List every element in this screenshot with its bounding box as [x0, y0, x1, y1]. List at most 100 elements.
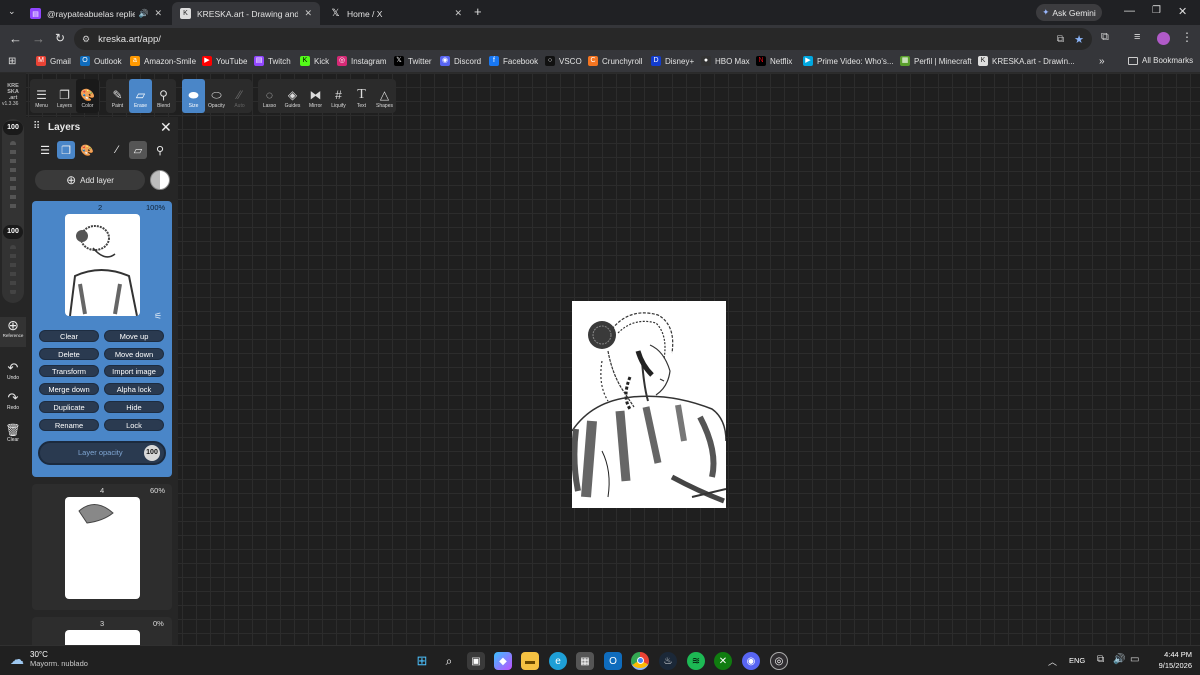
search-icon[interactable]: ⌕ — [440, 652, 458, 670]
bookmark-star-icon[interactable]: ★ — [1074, 33, 1084, 46]
bookmark-amazon-smile[interactable]: a Amazon-Smile — [130, 56, 196, 66]
eraser-active-icon[interactable]: ▱ — [129, 141, 147, 159]
copilot-icon[interactable]: ◆ — [494, 652, 512, 670]
layer-menu-icon[interactable]: ☰ — [36, 141, 54, 159]
bookmark-vsco[interactable]: ○ VSCO — [545, 56, 582, 66]
bookmark-facebook[interactable]: f Facebook — [489, 56, 538, 66]
close-tab-icon[interactable]: ✕ — [304, 8, 312, 19]
undo-button[interactable]: ↶ Undo — [0, 361, 26, 382]
bookmark-gmail[interactable]: M Gmail — [36, 56, 71, 66]
layers-tool[interactable]: ❐ Layers — [53, 79, 76, 113]
close-window-button[interactable]: ✕ — [1178, 5, 1187, 18]
chrome-icon[interactable] — [631, 652, 649, 670]
bookmark-youtube[interactable]: ▶ YouTube — [202, 56, 247, 66]
guides-tool[interactable]: ◈ Guides — [281, 79, 304, 113]
liquify-tool[interactable]: # Liquify — [327, 79, 350, 113]
move-up-button[interactable]: Move up — [104, 330, 164, 342]
ask-gemini-button[interactable]: ✦ Ask Gemini — [1036, 4, 1102, 21]
clear-layer-button[interactable]: Clear — [39, 330, 99, 342]
store-icon[interactable]: ▦ — [576, 652, 594, 670]
tab-raypateabuelas[interactable]: ▤ @raypateabuelas replied t 🔊 ✕ — [22, 2, 170, 25]
add-layer-button[interactable]: ⊕ Add layer — [35, 170, 145, 190]
layer-card[interactable]: 2 100% ⚟ Clear Move up Delete Move down … — [32, 201, 172, 477]
alpha-lock-button[interactable]: Alpha lock — [104, 383, 164, 395]
bookmark-disney[interactable]: D Disney+ — [651, 56, 694, 66]
auto-tool[interactable]: ⁄⁄ Auto — [228, 79, 251, 113]
adjust-icon[interactable]: ⁄ — [108, 141, 126, 159]
transform-button[interactable]: Transform — [39, 365, 99, 377]
file-explorer-icon[interactable]: ▬ — [521, 652, 539, 670]
tab-home-x[interactable]: 𝕏 Home / X ✕ — [322, 2, 470, 25]
install-app-icon[interactable]: ⧉ — [1057, 34, 1064, 45]
color-tool[interactable]: 🎨 Color — [76, 79, 99, 113]
tray-app-icon[interactable]: ⧉ — [1097, 654, 1104, 665]
import-image-button[interactable]: Import image — [104, 365, 164, 377]
bookmark-twitter[interactable]: 𝕏 Twitter — [394, 56, 432, 66]
size-tool[interactable]: ⬬ Size — [182, 79, 205, 113]
palette-icon[interactable]: 🎨 — [78, 141, 96, 159]
drag-handle-icon[interactable]: ⠿ — [33, 121, 40, 132]
weather-widget[interactable]: ☁ 30°C Mayorm. nublado — [10, 650, 88, 668]
layers-view-icon[interactable]: ❐ — [57, 141, 75, 159]
battery-icon[interactable]: ▭ — [1130, 654, 1139, 665]
close-tab-icon[interactable]: ✕ — [454, 8, 462, 19]
audio-icon[interactable]: 🔊 — [138, 9, 148, 18]
extensions-icon[interactable]: ⧉ — [1101, 31, 1109, 44]
bookmark-twitch[interactable]: ▤ Twitch — [254, 56, 291, 66]
outlook-icon[interactable]: O — [604, 652, 622, 670]
bookmark-prime-video[interactable]: ▶ Prime Video: Who's... — [803, 56, 894, 66]
layer-opacity-slider[interactable]: Layer opacity 100 — [38, 441, 166, 465]
clock[interactable]: 4:44 PM 9/15/2026 — [1152, 650, 1192, 670]
blend-tool[interactable]: ⚲ Blend — [152, 79, 175, 113]
brush-opacity-value[interactable]: 100 — [3, 225, 23, 239]
bookmark-outlook[interactable]: O Outlook — [80, 56, 122, 66]
more-bookmarks-icon[interactable]: » — [1099, 56, 1105, 67]
discord-icon[interactable]: ◉ — [742, 652, 760, 670]
reference-button[interactable]: ⊕ Reference — [0, 317, 26, 347]
paint-tool[interactable]: ✎ Paint — [106, 79, 129, 113]
new-tab-button[interactable]: + — [474, 4, 482, 19]
bookmark-minecraft[interactable]: ▦ Perfil | Minecraft — [900, 56, 972, 66]
close-tab-icon[interactable]: ✕ — [154, 8, 162, 19]
lasso-tool[interactable]: ◌ Lasso — [258, 79, 281, 113]
bookmark-kreska[interactable]: K KRESKA.art - Drawin... — [978, 56, 1075, 66]
menu-tool[interactable]: ☰ Menu — [30, 79, 53, 113]
start-button[interactable]: ⊞ — [413, 652, 431, 670]
spotify-icon[interactable]: ≋ — [687, 652, 705, 670]
forward-button[interactable]: → — [32, 31, 45, 46]
shapes-tool[interactable]: △ Shapes — [373, 79, 396, 113]
brush-size-slider[interactable]: 100 100 — [2, 119, 24, 303]
text-tool[interactable]: T Text — [350, 79, 373, 113]
media-controls-icon[interactable]: ≡ — [1134, 31, 1140, 43]
blend-icon[interactable]: ⚲ — [151, 141, 169, 159]
address-bar[interactable]: ⚙ kreska.art/app/ ⧉ ★ — [74, 28, 1092, 50]
restore-button[interactable]: ❐ — [1152, 5, 1161, 16]
edge-icon[interactable]: e — [549, 652, 567, 670]
apps-icon[interactable]: ⊞ — [8, 56, 16, 67]
clear-button[interactable]: 🗑 Clear — [0, 423, 26, 443]
lock-layer-button[interactable]: Lock — [104, 419, 164, 431]
layer-card[interactable]: 4 60% — [32, 484, 172, 610]
mirror-tool[interactable]: ⧓ Mirror — [304, 79, 327, 113]
bookmark-kick[interactable]: K Kick — [300, 56, 329, 66]
layer-opacity-value[interactable]: 100 — [144, 445, 160, 461]
tab-search-icon[interactable]: ⌄ — [8, 6, 16, 17]
profile-avatar[interactable] — [1157, 32, 1170, 45]
erase-tool[interactable]: ▱ Erase — [129, 79, 152, 113]
chrome-menu-icon[interactable]: ⋮ — [1181, 30, 1193, 44]
steam-icon[interactable]: ♨ — [659, 652, 677, 670]
site-info-icon[interactable]: ⚙ — [82, 34, 90, 45]
tab-kreska[interactable]: K KRESKA.art - Drawing and Paint ✕ — [172, 2, 320, 25]
merge-down-button[interactable]: Merge down — [39, 383, 99, 395]
bookmark-netflix[interactable]: N Netflix — [756, 56, 792, 66]
obs-icon[interactable]: ◎ — [770, 652, 788, 670]
redo-button[interactable]: ↷ Redo — [0, 391, 26, 412]
tray-overflow-icon[interactable]: ︿ — [1048, 655, 1057, 668]
bookmark-crunchyroll[interactable]: C Crunchyroll — [588, 56, 642, 66]
task-view-icon[interactable]: ▣ — [467, 652, 485, 670]
xbox-icon[interactable]: ✕ — [714, 652, 732, 670]
rename-button[interactable]: Rename — [39, 419, 99, 431]
move-down-button[interactable]: Move down — [104, 348, 164, 360]
bookmark-discord[interactable]: ◉ Discord — [440, 56, 481, 66]
back-button[interactable]: ← — [9, 31, 22, 46]
